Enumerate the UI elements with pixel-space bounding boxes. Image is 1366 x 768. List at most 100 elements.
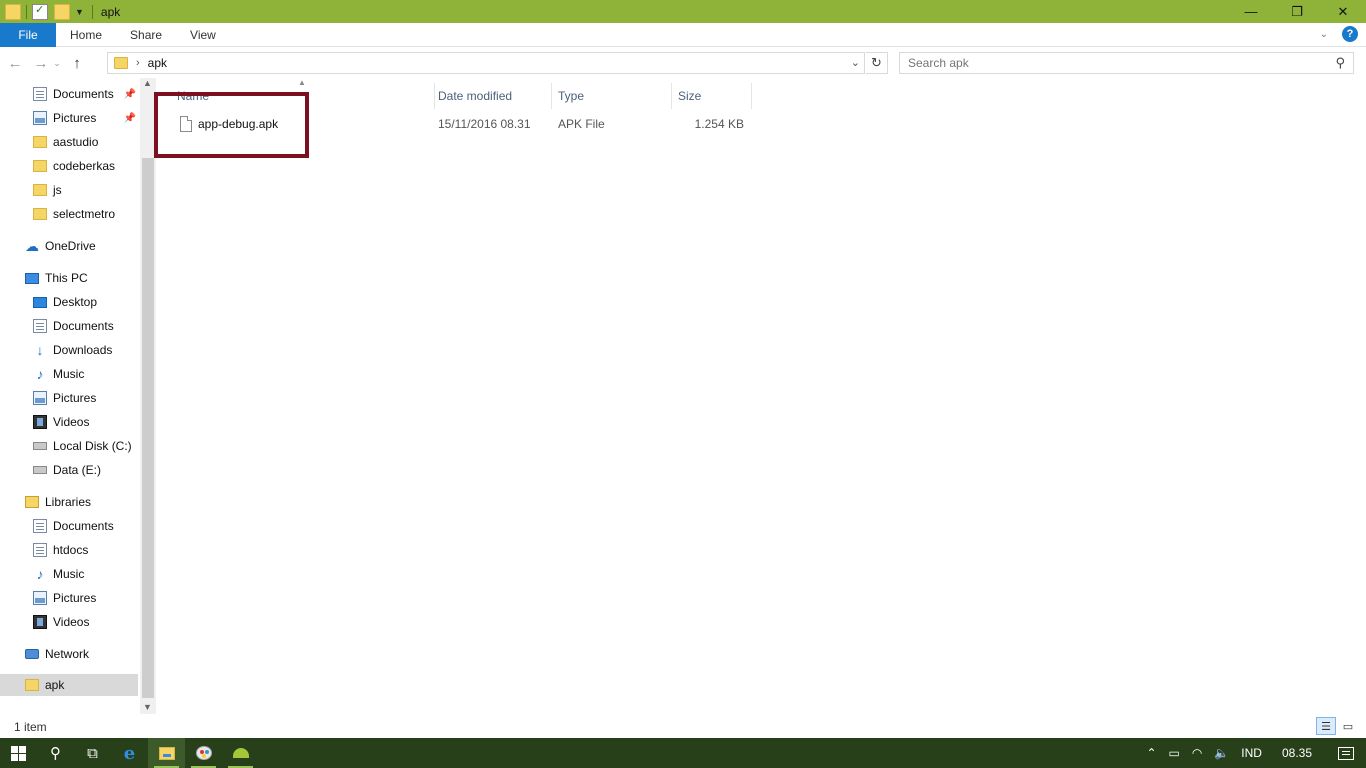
title-bar: ▼ apk — ❐ ✕ (0, 0, 1366, 23)
battery-icon[interactable]: ▭ (1163, 738, 1186, 768)
task-view-icon[interactable]: ⧉ (74, 738, 111, 768)
system-tray: ⌃ ▭ ◠ 🔈 IND 08.35 (1140, 738, 1366, 768)
sidebar-item-lib-music[interactable]: ♪ Music (33, 563, 85, 585)
android-studio-icon[interactable] (222, 738, 259, 768)
search-icon[interactable]: ⚲ (1335, 55, 1345, 71)
wifi-icon[interactable]: ◠ (1186, 738, 1208, 768)
sidebar-item-documents[interactable]: Documents (33, 315, 114, 337)
sidebar-item-data-e[interactable]: Data (E:) (33, 459, 101, 481)
file-date-modified: 15/11/2016 08.31 (438, 117, 531, 131)
help-icon[interactable]: ? (1342, 26, 1358, 42)
sidebar-item-videos[interactable]: Videos (33, 411, 89, 433)
sidebar-item-libraries[interactable]: Libraries (25, 491, 91, 513)
breadcrumb-separator-icon[interactable]: › (136, 57, 140, 69)
documents-icon (33, 519, 47, 533)
properties-icon[interactable] (32, 3, 48, 20)
show-hidden-icons-icon[interactable]: ⌃ (1140, 738, 1162, 768)
sidebar-item-label: Network (45, 647, 90, 661)
sidebar-item-label: Documents (53, 87, 114, 101)
sidebar-item-label: aastudio (53, 135, 99, 149)
sidebar-item-local-disk-c[interactable]: Local Disk (C:) (33, 435, 132, 457)
start-button[interactable] (0, 738, 37, 768)
sidebar-item-lib-pictures[interactable]: Pictures (33, 587, 96, 609)
sidebar-item-pictures[interactable]: Pictures 📌 (33, 107, 140, 129)
sidebar-item-js[interactable]: js (33, 179, 62, 201)
taskbar: ⚲ ⧉ e ⌃ ▭ ◠ 🔈 IND 08.35 (0, 738, 1366, 768)
sidebar-item-label: Libraries (45, 495, 92, 509)
search-icon[interactable]: ⚲ (37, 738, 74, 768)
sidebar-item-apk[interactable]: apk (0, 674, 138, 696)
file-explorer-icon[interactable] (148, 738, 185, 768)
expand-ribbon-icon[interactable]: ⌄ (1320, 29, 1328, 40)
back-button[interactable]: ← (4, 52, 26, 74)
column-header-size[interactable]: Size (672, 83, 752, 109)
search-box[interactable]: ⚲ (899, 52, 1354, 74)
navigation-scrollbar[interactable]: ▲ ▼ (140, 78, 156, 714)
sidebar-item-documents[interactable]: Documents 📌 (33, 83, 140, 105)
status-bar: 1 item ☰ ▭ (0, 715, 1366, 738)
edge-icon[interactable]: e (111, 738, 148, 768)
file-size: 1.254 KB (694, 117, 744, 131)
tab-view[interactable]: View (176, 23, 230, 47)
sidebar-item-lib-videos[interactable]: Videos (33, 611, 89, 633)
sidebar-item-label: This PC (45, 271, 88, 285)
file-type: APK File (558, 117, 605, 131)
breadcrumb-apk[interactable]: apk (148, 56, 167, 70)
tab-share[interactable]: Share (116, 23, 176, 47)
column-header-type[interactable]: Type (552, 83, 672, 109)
sidebar-item-label: OneDrive (45, 239, 96, 253)
scroll-down-icon[interactable]: ▼ (143, 702, 152, 712)
sidebar-item-label: Music (53, 367, 85, 381)
clock[interactable]: 08.35 (1268, 738, 1326, 768)
sidebar-item-label: Music (53, 567, 85, 581)
sidebar-item-desktop[interactable]: Desktop (33, 291, 97, 313)
tab-home[interactable]: Home (56, 23, 116, 47)
sidebar-item-onedrive[interactable]: ☁ OneDrive (25, 235, 96, 257)
music-icon: ♪ (36, 366, 44, 382)
forward-button[interactable]: → (30, 52, 52, 74)
separator (26, 4, 27, 19)
folder-icon (33, 208, 47, 220)
sidebar-item-network[interactable]: Network (25, 643, 89, 665)
sidebar-item-aastudio[interactable]: aastudio (33, 131, 98, 153)
minimize-button[interactable]: — (1228, 0, 1274, 23)
sidebar-item-codeberkas[interactable]: codeberkas (33, 155, 115, 177)
customize-toolbar-icon[interactable]: ▼ (75, 7, 84, 17)
search-input[interactable] (908, 56, 1318, 70)
drive-icon (33, 466, 47, 474)
large-icons-view-icon[interactable]: ▭ (1338, 717, 1358, 735)
sidebar-item-label: Videos (53, 615, 90, 629)
input-language[interactable]: IND (1235, 738, 1268, 768)
refresh-button[interactable]: ↻ (866, 52, 888, 74)
folder-icon[interactable] (5, 3, 21, 20)
up-button[interactable]: ↑ (66, 52, 88, 74)
navigation-bar: ← → ⌄ ↑ › apk ⌄ ↻ ⚲ (0, 48, 1366, 78)
details-view-icon[interactable]: ☰ (1316, 717, 1336, 735)
computer-icon (25, 272, 39, 284)
close-button[interactable]: ✕ (1320, 0, 1366, 23)
maximize-button[interactable]: ❐ (1274, 0, 1320, 23)
library-icon (25, 496, 39, 508)
column-header-date-modified[interactable]: Date modified (432, 83, 552, 109)
paint-icon[interactable] (185, 738, 222, 768)
sidebar-item-label: selectmetro (53, 207, 116, 221)
tab-file[interactable]: File (0, 22, 56, 47)
folder-icon (33, 184, 47, 196)
sidebar-item-label: apk (45, 678, 65, 692)
sidebar-item-downloads[interactable]: ↓ Downloads (33, 339, 113, 361)
scroll-up-icon[interactable]: ▲ (143, 78, 152, 88)
sidebar-item-music[interactable]: ♪ Music (33, 363, 85, 385)
address-dropdown-icon[interactable]: ⌄ (851, 56, 860, 69)
sidebar-item-this-pc[interactable]: This PC (25, 267, 88, 289)
action-center-icon[interactable] (1326, 738, 1366, 768)
highlight-box (154, 92, 309, 158)
scrollbar-thumb[interactable] (142, 158, 154, 698)
sidebar-item-lib-documents[interactable]: Documents (33, 515, 114, 537)
sidebar-item-htdocs[interactable]: htdocs (33, 539, 88, 561)
recent-locations-icon[interactable]: ⌄ (52, 52, 62, 74)
sidebar-item-selectmetro[interactable]: selectmetro (33, 203, 115, 225)
address-bar[interactable]: › apk ⌄ (107, 52, 865, 74)
volume-icon[interactable]: 🔈 (1208, 738, 1235, 768)
new-folder-icon[interactable] (54, 3, 70, 20)
sidebar-item-pictures[interactable]: Pictures (33, 387, 96, 409)
